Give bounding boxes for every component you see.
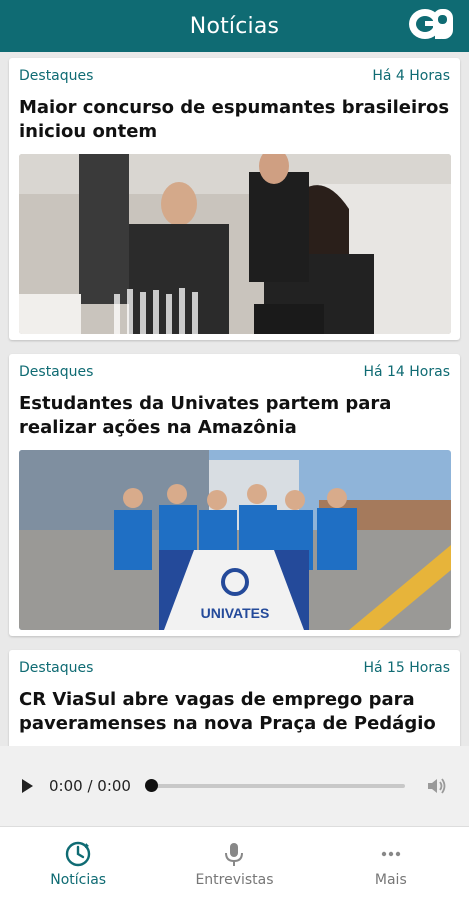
students-photo: UNIVATES bbox=[19, 450, 451, 630]
audio-player: 0:00 / 0:00 bbox=[0, 746, 469, 826]
gp-logo[interactable] bbox=[407, 6, 457, 42]
nav-item-mais[interactable]: Mais bbox=[313, 827, 469, 900]
news-feed[interactable]: Destaques Há 4 Horas Maior concurso de e… bbox=[0, 52, 469, 746]
card-category: Destaques bbox=[19, 68, 94, 84]
card-image[interactable]: UNIVATES bbox=[19, 450, 451, 630]
card-category: Destaques bbox=[19, 660, 94, 676]
bottom-navigation: Notícias Entrevistas Mais bbox=[0, 826, 469, 900]
card-time: Há 4 Horas bbox=[372, 68, 450, 84]
microphone-icon bbox=[225, 842, 244, 866]
card-meta: Destaques Há 4 Horas bbox=[19, 68, 450, 84]
nav-item-noticias[interactable]: Notícias bbox=[0, 827, 156, 900]
seek-thumb[interactable] bbox=[144, 779, 158, 792]
card-title[interactable]: Estudantes da Univates partem para reali… bbox=[19, 392, 450, 440]
card-time: Há 15 Horas bbox=[363, 660, 450, 676]
nav-label: Entrevistas bbox=[195, 871, 274, 888]
card-time: Há 14 Horas bbox=[363, 364, 450, 380]
card-title[interactable]: Maior concurso de espumantes brasileiros… bbox=[19, 96, 450, 144]
seek-bar[interactable] bbox=[144, 779, 405, 792]
flag-text: UNIVATES bbox=[201, 605, 270, 621]
nav-label: Mais bbox=[374, 871, 407, 888]
card-category: Destaques bbox=[19, 364, 94, 380]
card-title[interactable]: CR ViaSul abre vagas de emprego para pav… bbox=[19, 688, 450, 736]
volume-icon[interactable] bbox=[427, 777, 447, 795]
news-card[interactable]: Destaques Há 4 Horas Maior concurso de e… bbox=[9, 58, 460, 340]
nav-label: Notícias bbox=[50, 871, 107, 888]
app-bar: Notícias bbox=[0, 0, 469, 52]
more-icon bbox=[381, 851, 401, 856]
card-meta: Destaques Há 15 Horas bbox=[19, 660, 450, 676]
news-card[interactable]: Destaques Há 15 Horas CR ViaSul abre vag… bbox=[9, 650, 460, 746]
audio-time: 0:00 / 0:00 bbox=[49, 777, 131, 795]
play-icon[interactable] bbox=[22, 779, 33, 793]
page-title: Notícias bbox=[189, 13, 280, 39]
card-meta: Destaques Há 14 Horas bbox=[19, 364, 450, 380]
clock-icon bbox=[65, 841, 91, 866]
nav-item-entrevistas[interactable]: Entrevistas bbox=[156, 827, 312, 900]
card-image[interactable] bbox=[19, 154, 451, 334]
news-card[interactable]: Destaques Há 14 Horas Estudantes da Univ… bbox=[9, 354, 460, 636]
wine-tasting-photo bbox=[19, 154, 451, 334]
